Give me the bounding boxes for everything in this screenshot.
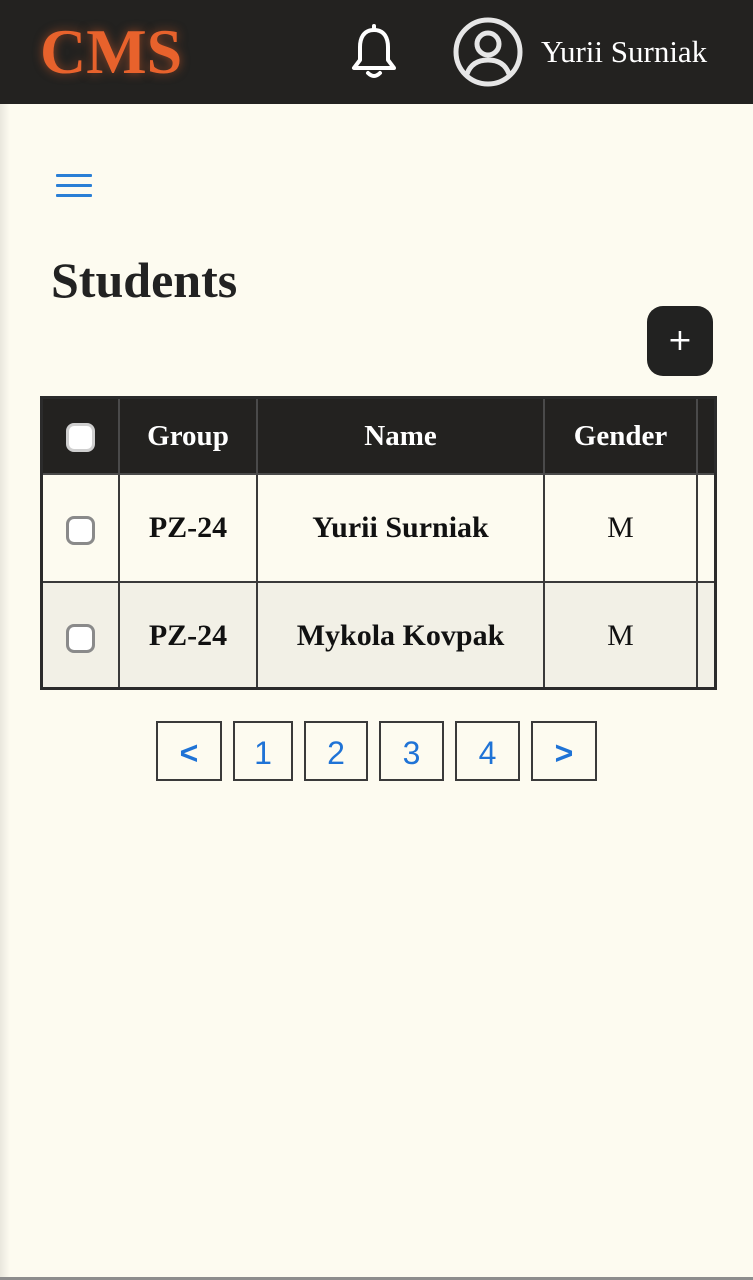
overflow-cell bbox=[696, 473, 714, 583]
table-row[interactable]: PZ-24 Yurii Surniak M bbox=[43, 473, 714, 583]
group-cell: PZ-24 bbox=[118, 581, 258, 687]
column-header-gender[interactable]: Gender bbox=[543, 399, 698, 475]
select-all-checkbox[interactable] bbox=[66, 423, 95, 453]
select-all-cell bbox=[43, 399, 120, 475]
top-navbar: CMS Yurii Surniak bbox=[0, 0, 753, 104]
hamburger-menu-icon[interactable] bbox=[54, 172, 94, 200]
row-select-cell bbox=[43, 473, 120, 583]
column-header-overflow bbox=[696, 399, 714, 475]
overflow-cell bbox=[696, 581, 714, 687]
add-student-button[interactable]: + bbox=[647, 306, 713, 376]
row-checkbox[interactable] bbox=[66, 623, 95, 653]
name-cell: Mykola Kovpak bbox=[256, 581, 545, 687]
pagination: < 1 2 3 4 > bbox=[0, 721, 753, 785]
row-select-cell bbox=[43, 581, 120, 687]
gender-cell: M bbox=[543, 581, 698, 687]
prev-page-button[interactable]: < bbox=[156, 721, 222, 781]
column-header-name[interactable]: Name bbox=[256, 399, 545, 475]
page-button-4[interactable]: 4 bbox=[455, 721, 520, 781]
table-header-row: Group Name Gender bbox=[43, 399, 714, 475]
page-button-2[interactable]: 2 bbox=[304, 721, 368, 781]
group-cell: PZ-24 bbox=[118, 473, 258, 583]
app-logo[interactable]: CMS bbox=[40, 16, 182, 88]
gender-cell: M bbox=[543, 473, 698, 583]
page-left-shade bbox=[0, 104, 10, 1280]
user-name[interactable]: Yurii Surniak bbox=[541, 32, 707, 72]
bell-icon[interactable] bbox=[348, 24, 400, 82]
name-cell: Yurii Surniak bbox=[256, 473, 545, 583]
table-row[interactable]: PZ-24 Mykola Kovpak M bbox=[43, 581, 714, 687]
students-table-container: Group Name Gender PZ-24 Yurii Surniak M bbox=[40, 396, 717, 690]
user-circle-icon[interactable] bbox=[452, 16, 524, 88]
next-page-button[interactable]: > bbox=[531, 721, 597, 781]
page-title: Students bbox=[51, 252, 238, 308]
row-checkbox[interactable] bbox=[66, 515, 95, 545]
page-button-3[interactable]: 3 bbox=[379, 721, 444, 781]
page-button-1[interactable]: 1 bbox=[233, 721, 293, 781]
column-header-group[interactable]: Group bbox=[118, 399, 258, 475]
students-table: Group Name Gender PZ-24 Yurii Surniak M bbox=[43, 399, 714, 687]
